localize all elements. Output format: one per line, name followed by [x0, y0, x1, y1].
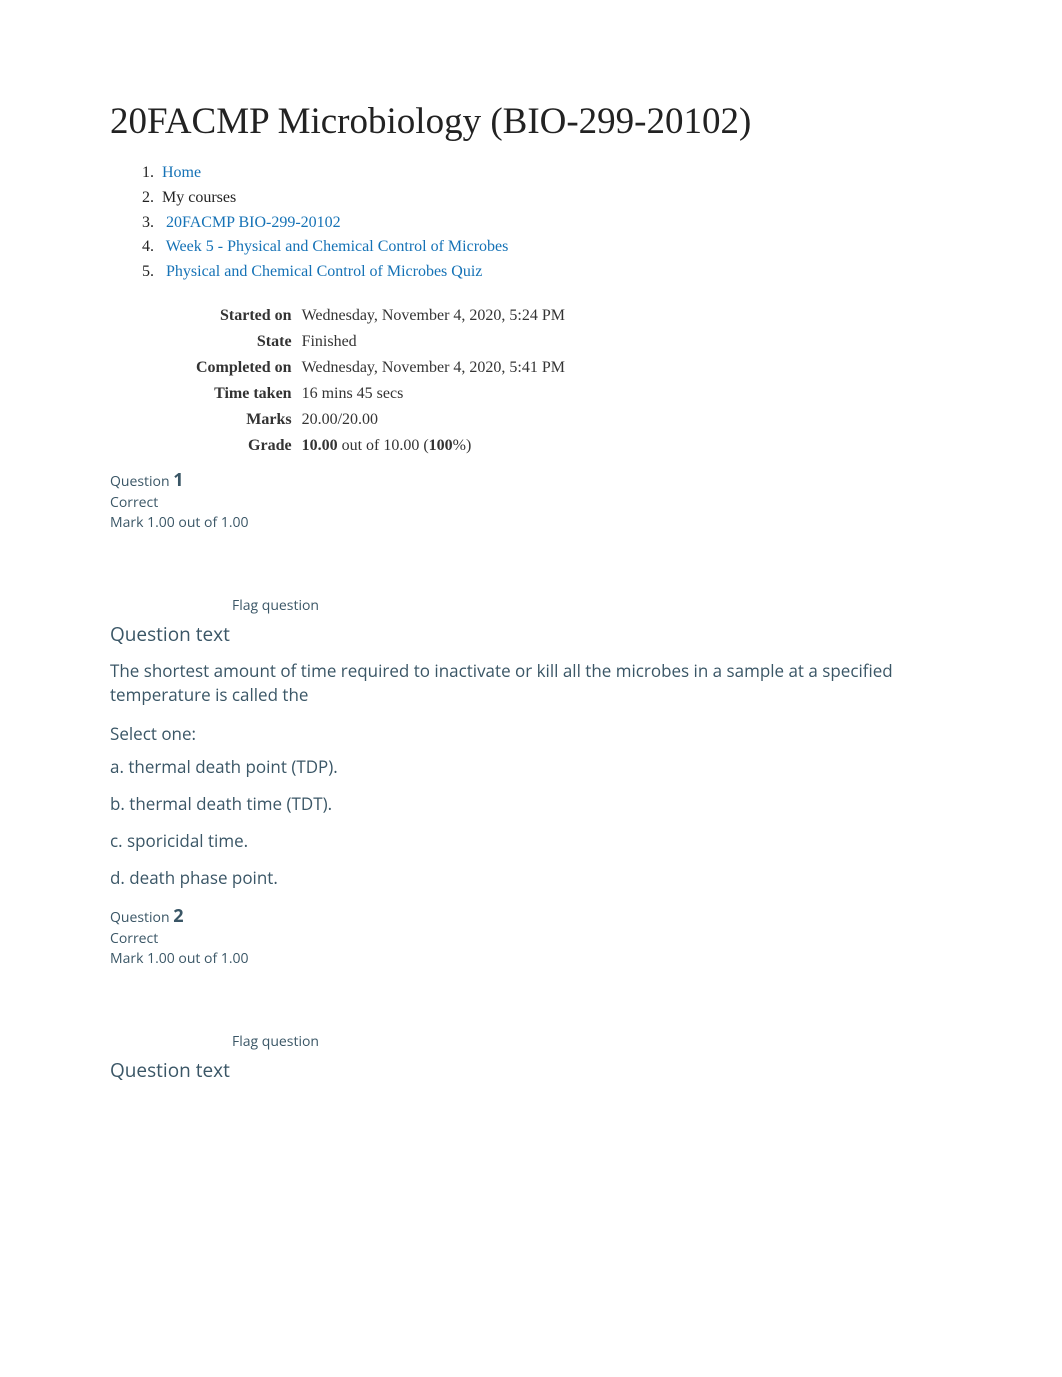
- summary-row: Started on Wednesday, November 4, 2020, …: [196, 303, 565, 329]
- summary-row: State Finished: [196, 329, 565, 355]
- breadcrumb-link-home[interactable]: Home: [162, 164, 201, 181]
- course-title: 20FACMP Microbiology (BIO-299-20102): [110, 100, 952, 143]
- flag-question-link[interactable]: Flag question: [232, 596, 319, 615]
- breadcrumb: Home My courses 20FACMP BIO-299-20102 We…: [132, 161, 952, 285]
- breadcrumb-text-mycourses: My courses: [162, 189, 236, 206]
- question-text-heading: Question text: [110, 1057, 952, 1083]
- question-label: Question: [110, 908, 173, 927]
- summary-label: Time taken: [196, 381, 302, 407]
- breadcrumb-item: Home: [158, 161, 952, 186]
- summary-value: Wednesday, November 4, 2020, 5:24 PM: [302, 303, 565, 329]
- summary-value: Wednesday, November 4, 2020, 5:41 PM: [302, 355, 565, 381]
- summary-value: 16 mins 45 secs: [302, 381, 565, 407]
- breadcrumb-item: 20FACMP BIO-299-20102: [158, 211, 952, 236]
- summary-value: Finished: [302, 329, 565, 355]
- summary-label: Marks: [196, 407, 302, 433]
- question-meta: Question 1 Correct Mark 1.00 out of 1.00: [110, 467, 952, 534]
- question-number: 2: [173, 904, 183, 928]
- breadcrumb-item: Week 5 - Physical and Chemical Control o…: [158, 235, 952, 260]
- summary-row-grade: Grade 10.00 out of 10.00 (100%): [196, 433, 565, 459]
- breadcrumb-link-course[interactable]: 20FACMP BIO-299-20102: [166, 214, 341, 231]
- question-mark: Mark 1.00 out of 1.00: [110, 949, 249, 968]
- question-state: Correct: [110, 929, 158, 948]
- question-text-heading: Question text: [110, 621, 952, 647]
- question-mark: Mark 1.00 out of 1.00: [110, 513, 249, 532]
- option[interactable]: c. sporicidal time.: [110, 829, 952, 852]
- attempt-summary-table: Started on Wednesday, November 4, 2020, …: [196, 303, 565, 459]
- question-state: Correct: [110, 493, 158, 512]
- summary-label: State: [196, 329, 302, 355]
- breadcrumb-item: Physical and Chemical Control of Microbe…: [158, 260, 952, 285]
- summary-label: Completed on: [196, 355, 302, 381]
- flag-question-link[interactable]: Flag question: [232, 1032, 319, 1051]
- breadcrumb-link-quiz[interactable]: Physical and Chemical Control of Microbe…: [166, 263, 482, 280]
- summary-label: Grade: [196, 433, 302, 459]
- question-label: Question: [110, 472, 173, 491]
- summary-row: Marks 20.00/20.00: [196, 407, 565, 433]
- question-number: 1: [173, 468, 183, 492]
- summary-row: Completed on Wednesday, November 4, 2020…: [196, 355, 565, 381]
- breadcrumb-link-week[interactable]: Week 5 - Physical and Chemical Control o…: [166, 238, 509, 255]
- question-options: a. thermal death point (TDP). b. thermal…: [110, 755, 952, 889]
- question-prompt: The shortest amount of time required to …: [110, 659, 940, 708]
- select-one-label: Select one:: [110, 722, 952, 745]
- option[interactable]: d. death phase point.: [110, 866, 952, 889]
- summary-label: Started on: [196, 303, 302, 329]
- summary-value: 20.00/20.00: [302, 407, 565, 433]
- option[interactable]: a. thermal death point (TDP).: [110, 755, 952, 778]
- breadcrumb-item: My courses: [158, 186, 952, 211]
- summary-row: Time taken 16 mins 45 secs: [196, 381, 565, 407]
- question-meta: Question 2 Correct Mark 1.00 out of 1.00: [110, 903, 952, 970]
- option[interactable]: b. thermal death time (TDT).: [110, 792, 952, 815]
- summary-value-grade: 10.00 out of 10.00 (100%): [302, 433, 565, 459]
